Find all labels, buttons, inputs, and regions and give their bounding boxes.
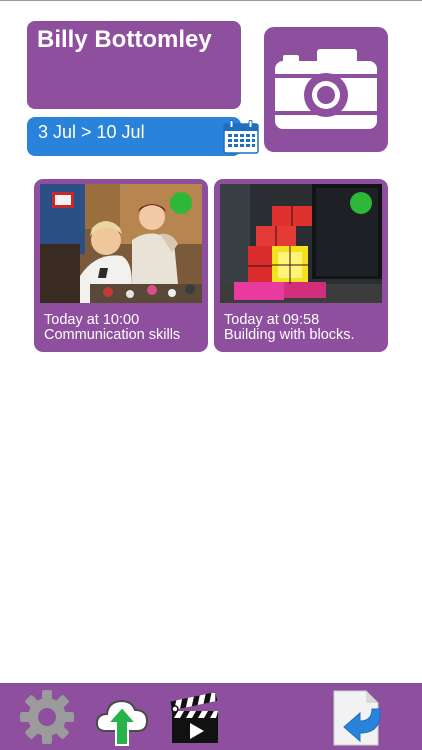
gear-icon[interactable] xyxy=(18,689,76,745)
entry-time: Today at 09:58 xyxy=(224,312,320,328)
date-range-label: 3 Jul > 10 Jul xyxy=(38,122,145,142)
entry-time: Today at 10:00 xyxy=(44,312,140,328)
camera-icon xyxy=(275,49,377,129)
child-name: Billy Bottomley xyxy=(37,26,212,53)
status-indicator xyxy=(170,192,192,214)
bottom-toolbar xyxy=(0,683,422,750)
camera-button[interactable] xyxy=(264,27,388,152)
child-name-card[interactable]: Billy Bottomley xyxy=(27,21,241,109)
entry-card[interactable]: Today at 10:00 Communication skills xyxy=(34,179,208,352)
calendar-icon[interactable] xyxy=(223,120,259,154)
entry-caption: Communication skills xyxy=(44,327,181,343)
status-indicator xyxy=(350,192,372,214)
entry-card[interactable]: Today at 09:58 Building with blocks. xyxy=(214,179,388,352)
clapperboard-icon[interactable] xyxy=(168,693,222,747)
date-range-selector[interactable]: 3 Jul > 10 Jul xyxy=(27,117,259,156)
entry-caption: Building with blocks. xyxy=(224,327,355,343)
cloud-upload-icon[interactable] xyxy=(94,691,150,747)
return-document-icon[interactable] xyxy=(330,687,388,747)
top-divider xyxy=(0,0,422,1)
